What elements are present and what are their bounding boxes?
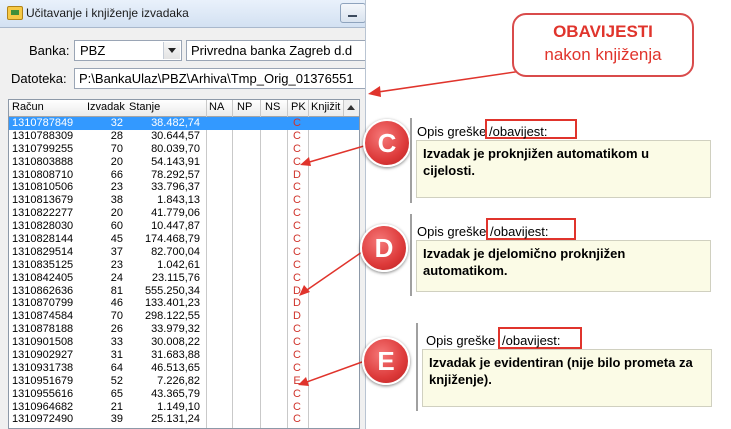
info-panel-d: Opis greške /obavijest: Izvadak je djelo…	[410, 214, 715, 296]
marker-c: C	[363, 119, 411, 167]
notice-title: OBAVIJESTI	[553, 22, 653, 41]
arrowhead-c	[300, 157, 311, 166]
arrow-d	[303, 251, 363, 293]
notice-subtitle: nakon knjiženja	[544, 45, 662, 64]
panel-caption-prefix: Opis greške	[417, 124, 487, 139]
panel-caption-highlight: /obavijest:	[489, 124, 548, 139]
panel-caption-highlight: /obavijest:	[490, 224, 549, 239]
panel-message: Izvadak je evidentiran (nije bilo promet…	[422, 349, 712, 407]
info-panel-e: Opis greške /obavijest: Izvadak je evide…	[416, 323, 716, 411]
panel-divider	[410, 214, 412, 296]
arrowhead-e	[298, 377, 309, 386]
marker-d: D	[360, 224, 408, 272]
marker-e: E	[362, 337, 410, 385]
arrowhead-d	[299, 285, 310, 296]
callout-arrowhead	[368, 86, 381, 97]
info-panel-c: Opis greške /obavijest: Izvadak je prokn…	[410, 118, 715, 203]
panel-message: Izvadak je djelomično proknjižen automat…	[416, 240, 711, 292]
panel-caption-highlight: /obavijest:	[502, 333, 561, 348]
panel-caption-prefix: Opis greške	[417, 224, 487, 239]
arrow-e	[303, 361, 363, 384]
notice-callout: OBAVIJESTI nakon knjiženja	[512, 13, 694, 77]
panel-divider	[416, 323, 418, 411]
arrow-c	[305, 145, 365, 164]
panel-divider	[410, 118, 412, 203]
panel-caption-prefix: Opis greške	[426, 333, 496, 348]
panel-message: Izvadak je proknjižen automatikom u cije…	[416, 140, 711, 198]
